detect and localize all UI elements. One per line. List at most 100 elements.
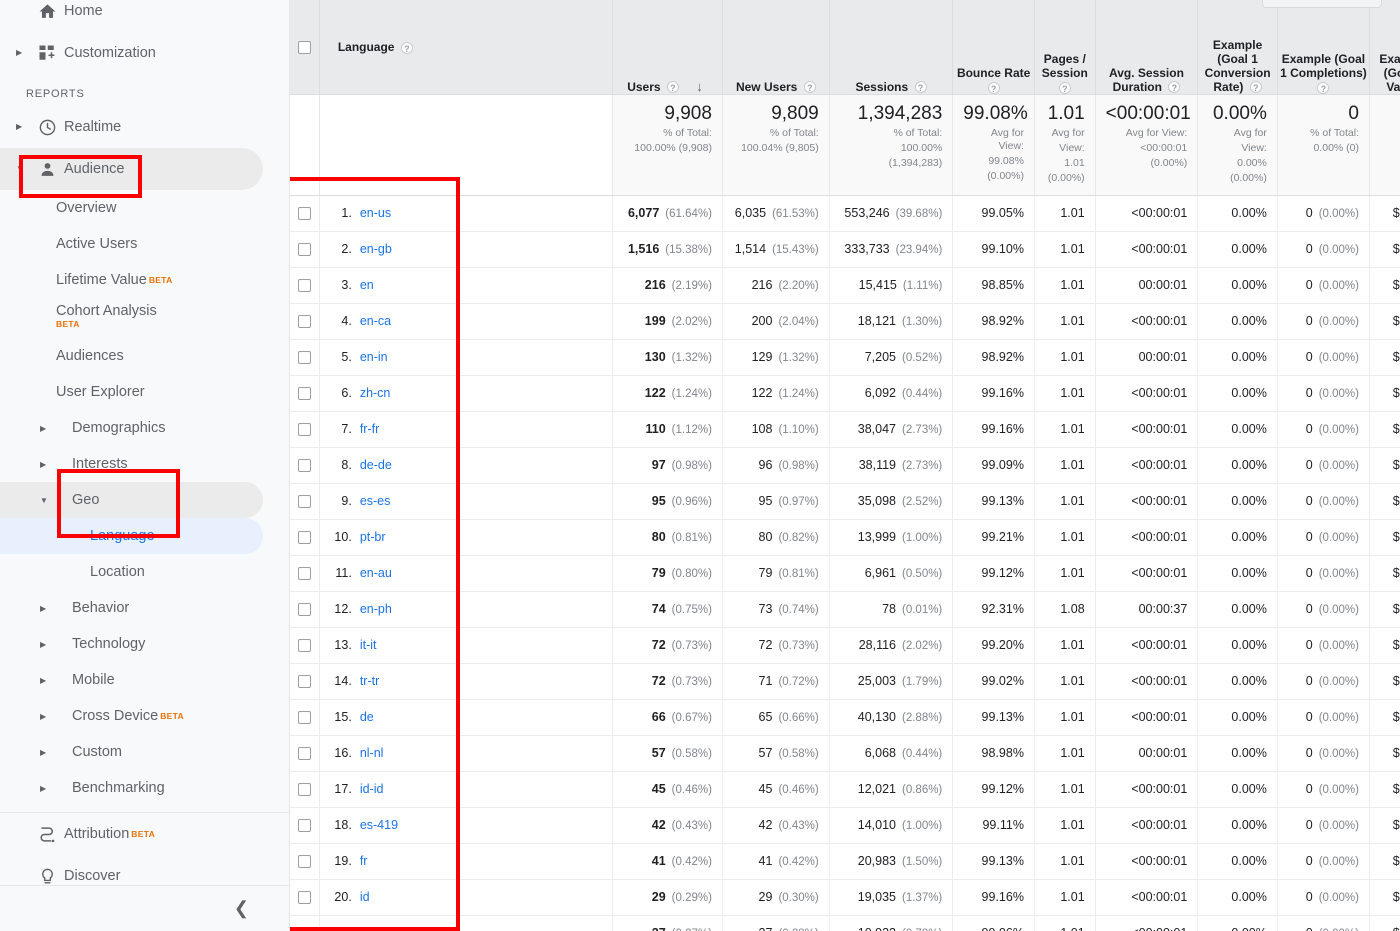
row-checkbox[interactable] bbox=[297, 783, 311, 797]
table-row[interactable]: 18. es-419 42 (0.43%) 42 (0.43%) 14,010 (1.00%)… bbox=[290, 807, 1400, 844]
row-dimension-cell[interactable]: 18. es-419 bbox=[319, 807, 614, 844]
column-header-avg-session-duration[interactable]: Avg. Session Duration ? bbox=[1095, 0, 1199, 95]
table-row[interactable]: 12. en-ph 74 (0.75%) 73 (0.74%) 78 (0.01%) 92.31… bbox=[290, 591, 1400, 628]
table-row[interactable]: 13. it-it 72 (0.73%) 72 (0.73%) 28,116 (2.02%) 9… bbox=[290, 627, 1400, 664]
row-dimension-cell[interactable]: 11. en-au bbox=[319, 555, 614, 592]
help-icon[interactable]: ? bbox=[1168, 81, 1181, 94]
row-dimension-cell[interactable]: 2. en-gb bbox=[319, 231, 614, 268]
row-dimension-cell[interactable]: 16. nl-nl bbox=[319, 735, 614, 772]
column-header-sessions[interactable]: Sessions ? bbox=[829, 0, 954, 95]
row-dimension-link[interactable]: en-gb bbox=[360, 242, 392, 256]
row-checkbox[interactable] bbox=[297, 891, 311, 905]
row-dimension-cell[interactable]: 4. en-ca bbox=[319, 303, 614, 340]
row-checkbox[interactable] bbox=[297, 819, 311, 833]
sidebar-item-geo[interactable]: ▼ Geo bbox=[0, 482, 263, 518]
sidebar-item-language[interactable]: Language bbox=[0, 518, 263, 554]
row-dimension-link[interactable]: tr-tr bbox=[360, 674, 379, 688]
table-row[interactable]: 10. pt-br 80 (0.81%) 80 (0.82%) 13,999 (1.00%) 9… bbox=[290, 519, 1400, 556]
row-checkbox[interactable] bbox=[297, 459, 311, 473]
row-dimension-link[interactable]: en-au bbox=[360, 566, 392, 580]
row-checkbox-cell[interactable] bbox=[290, 411, 320, 448]
row-checkbox[interactable] bbox=[297, 387, 311, 401]
row-dimension-link[interactable]: es bbox=[360, 926, 373, 931]
row-checkbox-cell[interactable] bbox=[290, 807, 320, 844]
row-dimension-link[interactable]: nl-nl bbox=[360, 746, 384, 760]
row-checkbox-cell[interactable] bbox=[290, 303, 320, 340]
row-dimension-cell[interactable]: 10. pt-br bbox=[319, 519, 614, 556]
row-dimension-link[interactable]: zh-cn bbox=[360, 386, 391, 400]
table-row[interactable]: 21.es27(0.27%)27(0.28%)10,932(0.78%)99.0… bbox=[290, 915, 1400, 931]
table-row[interactable]: 19. fr 41 (0.42%) 41 (0.42%) 20,983 (1.50%) 99.1… bbox=[290, 843, 1400, 880]
column-header-language[interactable]: Language ? bbox=[319, 0, 614, 95]
table-row[interactable]: 2. en-gb 1,516 (15.38%) 1,514 (15.43%) 333,733… bbox=[290, 231, 1400, 268]
table-row[interactable]: 11. en-au 79 (0.80%) 79 (0.81%) 6,961 (0.50%) 99… bbox=[290, 555, 1400, 592]
table-row[interactable]: 4. en-ca 199 (2.02%) 200 (2.04%) 18,121 (1.30%)… bbox=[290, 303, 1400, 340]
help-icon[interactable]: ? bbox=[400, 41, 413, 54]
sidebar-item-user-explorer[interactable]: User Explorer bbox=[0, 374, 289, 410]
sort-descending-icon[interactable]: ↓ bbox=[696, 79, 703, 94]
sidebar-item-lifetime-value[interactable]: Lifetime Value BETA bbox=[0, 262, 289, 298]
row-checkbox[interactable] bbox=[297, 243, 311, 257]
row-checkbox[interactable] bbox=[297, 603, 311, 617]
sidebar-item-home[interactable]: Home bbox=[0, 0, 289, 32]
row-dimension-cell[interactable]: 9. es-es bbox=[319, 483, 614, 520]
column-header-goal1-conversion-rate[interactable]: Example (Goal 1 Conversion Rate) ? bbox=[1197, 0, 1278, 95]
row-checkbox-cell[interactable] bbox=[290, 267, 320, 304]
row-dimension-link[interactable]: fr-fr bbox=[360, 422, 379, 436]
row-dimension-cell[interactable]: 17. id-id bbox=[319, 771, 614, 808]
row-dimension-link[interactable]: en-us bbox=[360, 206, 391, 220]
help-icon[interactable]: ? bbox=[803, 81, 816, 94]
table-row[interactable]: 6. zh-cn 122 (1.24%) 122 (1.24%) 6,092 (0.44%) 9… bbox=[290, 375, 1400, 412]
row-checkbox[interactable] bbox=[297, 639, 311, 653]
help-icon[interactable]: ? bbox=[1317, 81, 1330, 94]
row-checkbox-cell[interactable] bbox=[290, 555, 320, 592]
row-dimension-link[interactable]: es-419 bbox=[360, 818, 398, 832]
row-checkbox-cell[interactable] bbox=[290, 195, 320, 232]
row-dimension-link[interactable]: en-ca bbox=[360, 314, 391, 328]
row-checkbox[interactable] bbox=[297, 567, 311, 581]
table-row[interactable]: 5. en-in 130 (1.32%) 129 (1.32%) 7,205 (0.52%) 9… bbox=[290, 339, 1400, 376]
row-dimension-link[interactable]: de bbox=[360, 710, 374, 724]
row-dimension-link[interactable]: id bbox=[360, 890, 370, 904]
table-row[interactable]: 16. nl-nl 57 (0.58%) 57 (0.58%) 6,068 (0.44%) 98… bbox=[290, 735, 1400, 772]
row-dimension-cell[interactable]: 8. de-de bbox=[319, 447, 614, 484]
help-icon[interactable]: ? bbox=[987, 81, 1000, 94]
row-checkbox[interactable] bbox=[297, 315, 311, 329]
sidebar-item-overview[interactable]: Overview bbox=[0, 190, 289, 226]
select-all-checkbox[interactable] bbox=[297, 40, 311, 54]
sidebar-item-cohort-analysis[interactable]: Cohort Analysis BETA bbox=[0, 298, 289, 338]
row-dimension-link[interactable]: fr bbox=[360, 854, 368, 868]
column-header-pages-session[interactable]: Pages / Session ? bbox=[1034, 0, 1096, 95]
help-icon[interactable]: ? bbox=[1058, 81, 1071, 94]
row-dimension-link[interactable]: pt-br bbox=[360, 530, 386, 544]
row-checkbox[interactable] bbox=[297, 711, 311, 725]
row-checkbox[interactable] bbox=[297, 675, 311, 689]
row-checkbox-cell[interactable] bbox=[290, 231, 320, 268]
column-header-goal1-completions[interactable]: Example (Goal 1 Completions) ? bbox=[1277, 0, 1371, 95]
row-dimension-cell[interactable]: 12. en-ph bbox=[319, 591, 614, 628]
sidebar-item-location[interactable]: Location bbox=[0, 554, 289, 590]
table-row[interactable]: 7. fr-fr 110 (1.12%) 108 (1.10%) 38,047 (2.73%)… bbox=[290, 411, 1400, 448]
help-icon[interactable]: ? bbox=[666, 81, 679, 94]
sidebar-item-audiences[interactable]: Audiences bbox=[0, 338, 289, 374]
row-dimension-cell[interactable]: 1. en-us bbox=[319, 195, 614, 232]
row-checkbox-cell[interactable] bbox=[290, 483, 320, 520]
row-checkbox-cell[interactable] bbox=[290, 735, 320, 772]
column-header-goal1-value[interactable]: Example (Goal 1 Value) bbox=[1369, 0, 1400, 95]
row-dimension-link[interactable]: id-id bbox=[360, 782, 384, 796]
row-dimension-cell[interactable]: 14. tr-tr bbox=[319, 663, 614, 700]
sidebar-item-mobile[interactable]: ▶ Mobile bbox=[0, 662, 289, 698]
row-dimension-cell[interactable]: 3. en bbox=[319, 267, 614, 304]
row-checkbox-cell[interactable] bbox=[290, 447, 320, 484]
row-dimension-cell[interactable]: 15. de bbox=[319, 699, 614, 736]
row-checkbox[interactable] bbox=[297, 279, 311, 293]
row-checkbox[interactable] bbox=[297, 927, 311, 931]
column-header-users[interactable]: Users ? ↓ bbox=[612, 0, 723, 95]
table-row[interactable]: 20. id 29 (0.29%) 29 (0.30%) 19,035 (1.37%) 99.1… bbox=[290, 879, 1400, 916]
row-dimension-link[interactable]: en-in bbox=[360, 350, 388, 364]
row-checkbox-cell[interactable] bbox=[290, 771, 320, 808]
help-icon[interactable]: ? bbox=[914, 81, 927, 94]
row-dimension-cell[interactable]: 6. zh-cn bbox=[319, 375, 614, 412]
table-row[interactable]: 14. tr-tr 72 (0.73%) 71 (0.72%) 25,003 (1.79%) 9… bbox=[290, 663, 1400, 700]
sidebar-item-custom[interactable]: ▶ Custom bbox=[0, 734, 289, 770]
